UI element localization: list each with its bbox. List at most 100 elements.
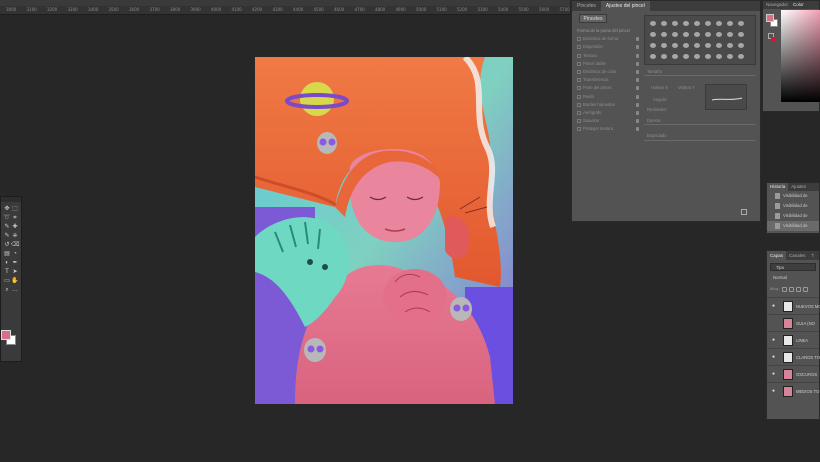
visibility-eye-icon[interactable]: ● (772, 372, 775, 377)
lock-position-icon[interactable] (796, 286, 802, 292)
lock-icon[interactable] (636, 86, 639, 91)
history-item[interactable]: Visibilidad de (767, 211, 819, 221)
brush-tab-1[interactable]: Ajustes del pincel (600, 1, 650, 11)
checkbox-icon[interactable] (577, 110, 581, 115)
layer-row[interactable]: ● NUEVOS MO (767, 297, 820, 314)
brush-tip-icon[interactable] (650, 43, 656, 48)
brush-tip-icon[interactable] (727, 32, 733, 37)
lock-icon[interactable] (636, 119, 639, 124)
brush-tip-icon[interactable] (683, 32, 689, 37)
lock-icon[interactable] (636, 53, 639, 58)
lock-pixels-icon[interactable] (789, 286, 795, 292)
type-icon[interactable]: T (3, 269, 11, 276)
brush-tip-icon[interactable] (683, 54, 689, 59)
spacing-slider[interactable] (644, 140, 756, 141)
layer-row[interactable]: ● CLAROS TO (767, 348, 820, 365)
brush-option[interactable]: Ruido (577, 93, 639, 101)
brush-option[interactable]: Dinámica de forma (577, 35, 639, 43)
color-tab-0[interactable]: Navegador (766, 2, 788, 7)
brush-tip-icon[interactable] (705, 54, 711, 59)
lock-icon[interactable] (636, 102, 639, 107)
brush-tip-icon[interactable] (683, 43, 689, 48)
brush-tip-icon[interactable] (694, 43, 700, 48)
brush-option[interactable]: Pincel doble (577, 60, 639, 68)
eraser-icon[interactable]: ⌫ (11, 242, 19, 249)
brush-tip-icon[interactable] (672, 54, 678, 59)
brush-tip-icon[interactable] (661, 54, 667, 59)
brush-option[interactable]: Bordes húmedos (577, 101, 639, 109)
checkbox-icon[interactable] (577, 37, 581, 42)
flip-x-label[interactable]: Voltear X (651, 85, 668, 90)
brush-tip-icon[interactable] (694, 21, 700, 26)
checkbox-icon[interactable] (577, 45, 581, 50)
color-foreground-swatch[interactable] (766, 14, 774, 22)
blend-mode-select[interactable]: Normal (770, 274, 816, 282)
brush-tip-icon[interactable] (694, 54, 700, 59)
zoom-icon[interactable]: ⌕ (3, 287, 11, 294)
checkbox-icon[interactable] (577, 53, 581, 58)
lock-all-icon[interactable] (803, 286, 809, 292)
layer-row[interactable]: ● LINEA (767, 331, 819, 348)
visibility-eye-icon[interactable]: ● (772, 389, 775, 394)
lock-icon[interactable] (636, 69, 639, 74)
checkbox-icon[interactable] (577, 78, 581, 83)
brush-tip-icon[interactable] (650, 21, 656, 26)
brush-tip-grid[interactable] (644, 15, 756, 65)
layer-row[interactable]: ● MEDIOS TO (767, 382, 819, 399)
marquee-icon[interactable]: ⬚ (11, 206, 19, 213)
crop-icon[interactable]: ⌗ (11, 215, 19, 222)
layer-row[interactable]: GUIA (NO (767, 314, 819, 331)
brush-tip-icon[interactable] (727, 54, 733, 59)
layer-kind-filter[interactable]: Tipo (770, 263, 816, 271)
pen-icon[interactable]: ✒ (11, 260, 19, 267)
gradient-icon[interactable]: ▤ (3, 251, 11, 258)
path-select-icon[interactable]: ➤ (11, 269, 19, 276)
brush-icon[interactable]: ✎ (3, 233, 11, 240)
lock-icon[interactable] (636, 127, 639, 132)
brush-tip-icon[interactable] (661, 43, 667, 48)
dodge-icon[interactable]: ◐ (3, 260, 11, 267)
history-brush-icon[interactable]: ↺ (3, 242, 11, 249)
lock-icon[interactable] (636, 110, 639, 115)
stamp-icon[interactable]: ⎈ (11, 233, 19, 240)
visibility-eye-icon[interactable]: ● (772, 338, 775, 343)
brush-tip-icon[interactable] (650, 32, 656, 37)
brush-tip-icon[interactable] (716, 21, 722, 26)
layers-tab-1[interactable]: Canales (786, 251, 809, 260)
brush-tip-icon[interactable] (672, 43, 678, 48)
brush-tip-icon[interactable] (672, 21, 678, 26)
brush-option[interactable]: Dispersión (577, 43, 639, 51)
hand-icon[interactable]: ✋ (11, 278, 19, 285)
brush-tip-icon[interactable] (683, 21, 689, 26)
gamut-warning-icon[interactable] (771, 37, 775, 41)
history-item[interactable]: Visibilidad de (767, 201, 819, 211)
blur-icon[interactable]: ◔ (11, 251, 19, 258)
foreground-color-swatch[interactable] (1, 330, 11, 340)
brush-tip-icon[interactable] (738, 54, 744, 59)
checkbox-icon[interactable] (577, 102, 581, 107)
history-item[interactable]: Visibilidad de (767, 191, 819, 201)
checkbox-icon[interactable] (577, 86, 581, 91)
color-tab-1[interactable]: Color (793, 2, 804, 7)
history-item[interactable]: Visibilidad de (767, 221, 819, 231)
brush-tip-icon[interactable] (738, 32, 744, 37)
more-icon[interactable]: … (11, 287, 19, 294)
checkbox-icon[interactable] (577, 61, 581, 66)
shape-icon[interactable]: ▭ (3, 278, 11, 285)
visibility-eye-icon[interactable]: ● (772, 355, 775, 360)
brush-tip-icon[interactable] (727, 21, 733, 26)
brushes-button[interactable]: Pinceles (579, 14, 607, 23)
brush-tip-icon[interactable] (672, 32, 678, 37)
size-slider[interactable] (644, 75, 756, 76)
brush-tip-icon[interactable] (705, 43, 711, 48)
brush-option[interactable]: Aerógrafo (577, 109, 639, 117)
healing-icon[interactable]: ✚ (11, 224, 19, 231)
brush-tip-icon[interactable] (705, 21, 711, 26)
eyedropper-icon[interactable]: ✎ (3, 224, 11, 231)
brush-tip-icon[interactable] (716, 43, 722, 48)
brush-tip-icon[interactable] (727, 43, 733, 48)
checkbox-icon[interactable] (577, 94, 581, 99)
color-picker-field[interactable] (781, 10, 820, 102)
lock-icon[interactable] (636, 45, 639, 50)
brush-option[interactable]: Pose del pincel (577, 84, 639, 92)
